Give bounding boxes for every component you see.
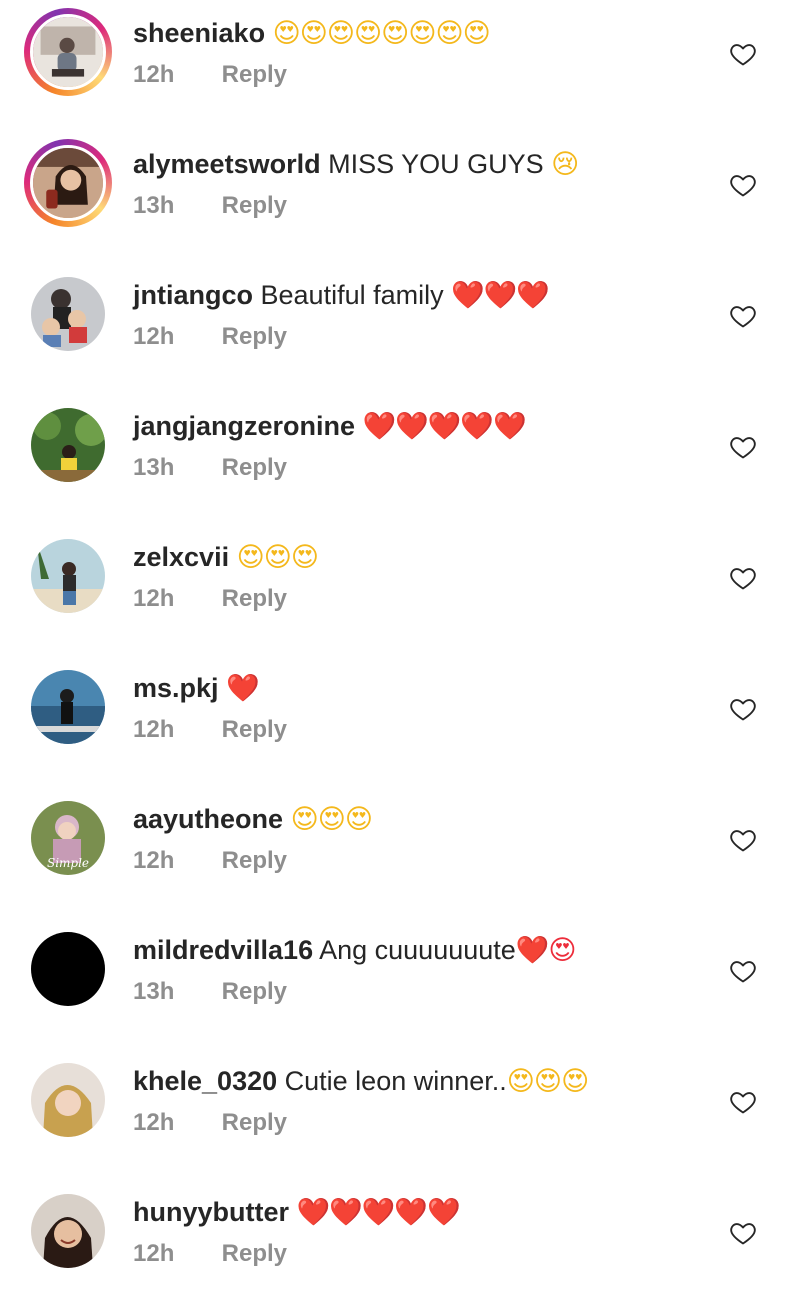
like-heart-icon[interactable] [729,695,757,723]
comment-line: zelxcvii 😍😍😍 [133,540,700,575]
like-heart-icon[interactable] [729,826,757,854]
avatar[interactable] [31,670,105,744]
comment-line: jntiangco Beautiful family ❤️❤️❤️ [133,278,700,313]
timestamp: 12h [133,716,175,743]
emoji-group: ❤️❤️❤️❤️❤️ [296,1197,461,1228]
comment-row: Simple aayutheone 😍😍😍 12h Reply [0,786,800,917]
emoji-group: 😍😍😍 [506,1066,589,1097]
comment-row: jntiangco Beautiful family ❤️❤️❤️ 12h Re… [0,262,800,393]
comment-text: Beautiful family [260,280,444,310]
like-heart-icon[interactable] [729,433,757,461]
avatar-frame[interactable] [24,270,112,358]
avatar[interactable] [30,14,106,90]
username-link[interactable]: mildredvilla16 [133,935,313,965]
avatar-frame[interactable] [24,925,112,1013]
avatar-frame[interactable] [24,1056,112,1144]
avatar[interactable] [31,408,105,482]
comment-row: mildredvilla16 Ang cuuuuuuute❤️😍 13h Rep… [0,917,800,1048]
comment-row: sheeniako 😍😍😍😍😍😍😍😍 12h Reply [0,0,800,131]
timestamp: 12h [133,323,175,350]
comment-row: ms.pkj ❤️ 12h Reply [0,655,800,786]
avatar-frame[interactable] [24,1187,112,1275]
comment-line: aayutheone 😍😍😍 [133,802,700,837]
comment-line: alymeetsworld MISS YOU GUYS 😢 [133,147,700,182]
avatar-frame[interactable] [24,532,112,620]
reply-button[interactable]: Reply [222,1109,287,1137]
timestamp: 13h [133,978,175,1005]
avatar[interactable] [30,145,106,221]
reply-button[interactable]: Reply [222,716,287,744]
avatar-story-ring[interactable] [24,139,112,227]
username-link[interactable]: khele_0320 [133,1066,277,1096]
comment-text: MISS YOU GUYS [328,149,544,179]
comment-line: hunyybutter ❤️❤️❤️❤️❤️ [133,1195,700,1230]
avatar[interactable] [31,932,105,1006]
reply-button[interactable]: Reply [222,61,287,89]
emoji-group: 😍😍😍😍😍😍😍😍 [272,18,491,49]
timestamp: 12h [133,61,175,88]
username-link[interactable]: aayutheone [133,804,283,834]
emoji-group: ❤️❤️❤️❤️❤️ [362,411,527,442]
comment-row: zelxcvii 😍😍😍 12h Reply [0,524,800,655]
comment-row: khele_0320 Cutie leon winner..😍😍😍 12h Re… [0,1048,800,1179]
like-heart-icon[interactable] [729,564,757,592]
avatar[interactable] [31,539,105,613]
comment-text: Ang cuuuuuuute [319,935,516,965]
emoji-group: ❤️❤️❤️ [451,280,550,311]
emoji-group: ❤️ [226,673,260,704]
reply-button[interactable]: Reply [222,192,287,220]
like-heart-icon[interactable] [729,1219,757,1247]
emoji-group: 😢 [551,149,579,180]
username-link[interactable]: sheeniako [133,18,265,48]
reply-button[interactable]: Reply [222,454,287,482]
reply-button[interactable]: Reply [222,847,287,875]
username-link[interactable]: jangjangzeronine [133,411,355,441]
emoji-group: 😍😍😍 [290,804,373,835]
timestamp: 12h [133,585,175,612]
comment-line: ms.pkj ❤️ [133,671,700,706]
comment-row: alymeetsworld MISS YOU GUYS 😢 13h Reply [0,131,800,262]
username-link[interactable]: ms.pkj [133,673,219,703]
reply-button[interactable]: Reply [222,585,287,613]
like-heart-icon[interactable] [729,302,757,330]
emoji-group: 😍😍😍 [236,542,319,573]
timestamp: 13h [133,192,175,219]
comment-list: sheeniako 😍😍😍😍😍😍😍😍 12h Reply alymeetswor… [0,0,800,1286]
like-heart-icon[interactable] [729,957,757,985]
avatar-frame[interactable]: Simple [24,794,112,882]
comment-line: jangjangzeronine ❤️❤️❤️❤️❤️ [133,409,700,444]
username-link[interactable]: hunyybutter [133,1197,289,1227]
comment-text: Cutie leon winner.. [284,1066,507,1096]
username-link[interactable]: jntiangco [133,280,253,310]
timestamp: 12h [133,1109,175,1136]
avatar[interactable] [31,277,105,351]
username-link[interactable]: zelxcvii [133,542,229,572]
like-heart-icon[interactable] [729,171,757,199]
comment-line: sheeniako 😍😍😍😍😍😍😍😍 [133,16,700,51]
comment-row: jangjangzeronine ❤️❤️❤️❤️❤️ 13h Reply [0,393,800,524]
avatar[interactable] [31,1194,105,1268]
comment-line: khele_0320 Cutie leon winner..😍😍😍 [133,1064,700,1099]
username-link[interactable]: alymeetsworld [133,149,321,179]
emoji-group: ❤️😍 [515,935,577,966]
reply-button[interactable]: Reply [222,323,287,351]
avatar-frame[interactable] [24,401,112,489]
timestamp: 12h [133,1240,175,1267]
avatar[interactable]: Simple [31,801,105,875]
comment-row: hunyybutter ❤️❤️❤️❤️❤️ 12h Reply [0,1179,800,1310]
timestamp: 12h [133,847,175,874]
avatar-story-ring[interactable] [24,8,112,96]
reply-button[interactable]: Reply [222,1240,287,1268]
like-heart-icon[interactable] [729,1088,757,1116]
avatar[interactable] [31,1063,105,1137]
avatar-frame[interactable] [24,663,112,751]
avatar-overlay-text: Simple [47,856,89,870]
comment-line: mildredvilla16 Ang cuuuuuuute❤️😍 [133,933,700,968]
like-heart-icon[interactable] [729,40,757,68]
reply-button[interactable]: Reply [222,978,287,1006]
timestamp: 13h [133,454,175,481]
